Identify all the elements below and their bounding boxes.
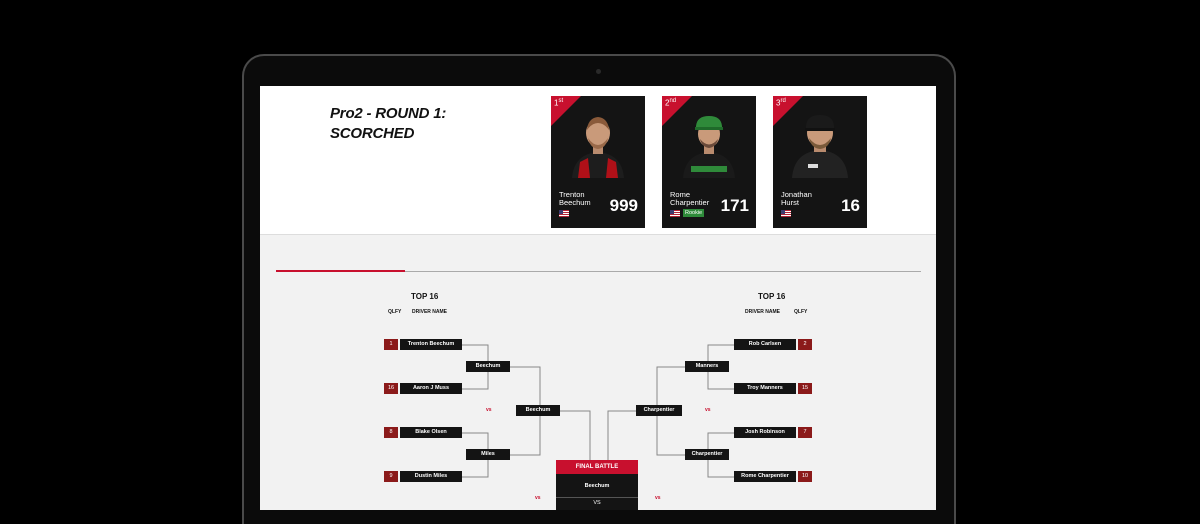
bracket-slot-winner[interactable]: Charpentier [636,405,682,416]
vs-marker: vs [486,407,492,413]
bracket-slot-driver[interactable]: Blake Olsen [400,427,462,438]
bracket-slot-winner[interactable]: Charpentier [685,449,729,460]
bracket-slot-driver[interactable]: Trenton Beechum [400,339,462,350]
seed-badge: 7 [798,427,812,438]
seed-badge: 8 [384,427,398,438]
seed-badge: 16 [384,383,398,394]
seed-badge: 15 [798,383,812,394]
final-battle-vs: VS [556,497,638,508]
bracket-slot-driver[interactable]: Rome Charpentier [734,471,796,482]
final-battle-box[interactable]: FINAL BATTLE Beechum VS [556,460,638,510]
bracket-slot-winner[interactable]: Miles [466,449,510,460]
vs-marker: vs [705,407,711,413]
final-battle-driver: Beechum [584,483,610,489]
final-battle-title: FINAL BATTLE [556,460,638,474]
seed-badge: 2 [798,339,812,350]
bracket-slot-driver[interactable]: Josh Robinson [734,427,796,438]
bracket-slot-driver[interactable]: Troy Manners [734,383,796,394]
bracket-slot-driver[interactable]: Aaron J Muss [400,383,462,394]
bracket-slot-driver[interactable]: Dustin Miles [400,471,462,482]
bracket-slot-winner[interactable]: Beechum [516,405,560,416]
seed-badge: 10 [798,471,812,482]
screen: Pro2 - ROUND 1: SCORCHED 1st Trenton Beec… [260,86,936,510]
vs-marker: vs [655,495,661,501]
seed-badge: 9 [384,471,398,482]
seed-badge: 1 [384,339,398,350]
vs-marker: vs [535,495,541,501]
bracket-slot-winner[interactable]: Manners [685,361,729,372]
bracket-lines [458,344,738,478]
camera-dot [596,69,601,74]
bracket-slot-driver[interactable]: Rob Carlsen [734,339,796,350]
bracket-slot-winner[interactable]: Beechum [466,361,510,372]
